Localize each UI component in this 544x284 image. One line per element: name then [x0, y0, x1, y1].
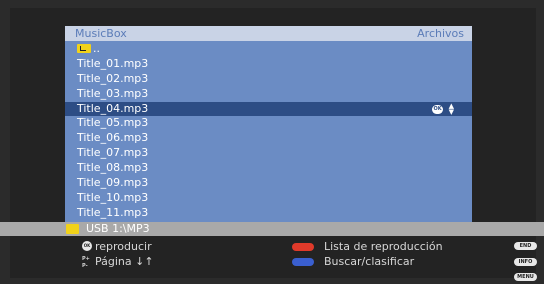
path-bar: USB 1:\MP3 [0, 222, 544, 236]
page-hint: Página ↓↑ [95, 255, 154, 268]
file-name: Title_05.mp3 [77, 116, 149, 130]
file-name: Title_02.mp3 [77, 71, 149, 85]
page-down-key-icon: P- [82, 263, 88, 269]
app-title: MusicBox [75, 27, 127, 40]
file-name: Title_08.mp3 [77, 161, 149, 175]
list-item[interactable]: Title_07.mp3 [65, 146, 472, 161]
play-hint: reproducir [95, 240, 152, 253]
playlist-hint: Lista de reproducción [324, 240, 443, 253]
page-up-key-icon: P+ [82, 256, 90, 262]
list-item[interactable]: Title_08.mp3 [65, 161, 472, 176]
list-item[interactable]: Title_02.mp3 [65, 72, 472, 87]
ok-icon: OK [432, 104, 443, 114]
help-bar: OK reproducir P+ P- Página ↓↑ Lista de r… [0, 238, 544, 284]
file-name: Title_09.mp3 [77, 176, 149, 190]
file-name: .. [93, 42, 100, 55]
list-item[interactable]: Title_09.mp3 [65, 176, 472, 191]
list-item[interactable]: Title_06.mp3 [65, 131, 472, 146]
file-name: Title_06.mp3 [77, 131, 149, 145]
list-item[interactable]: Title_03.mp3 [65, 87, 472, 102]
info-key-icon: INFO [514, 258, 537, 266]
menu-key-icon: MENU [514, 273, 537, 281]
file-browser-panel: MusicBox Archivos .. Title_01.mp3 Title_… [65, 26, 472, 222]
file-name: Title_04.mp3 [77, 101, 149, 115]
list-item[interactable]: Title_05.mp3 [65, 116, 472, 131]
red-key-icon [292, 243, 314, 251]
file-name: Title_07.mp3 [77, 146, 149, 160]
current-path: USB 1:\MP3 [86, 222, 150, 235]
list-item[interactable]: Title_10.mp3 [65, 191, 472, 206]
file-list: .. Title_01.mp3 Title_02.mp3 Title_03.mp… [65, 42, 472, 221]
list-item-parent-folder[interactable]: .. [65, 42, 472, 57]
ok-key-icon: OK [82, 241, 92, 251]
list-item-selected[interactable]: Title_04.mp3 OK ▲ ▼ [65, 101, 472, 117]
up-down-arrows-icon: ▲ ▼ [448, 101, 454, 116]
blue-key-icon [292, 258, 314, 266]
folder-up-icon [77, 44, 91, 53]
list-item[interactable]: Title_11.mp3 [65, 206, 472, 221]
file-name: Title_03.mp3 [77, 86, 149, 100]
search-sort-hint: Buscar/clasificar [324, 255, 415, 268]
section-title: Archivos [417, 27, 464, 40]
panel-header: MusicBox Archivos [65, 26, 472, 41]
list-item[interactable]: Title_01.mp3 [65, 57, 472, 72]
file-name: Title_11.mp3 [77, 205, 149, 219]
file-name: Title_10.mp3 [77, 190, 149, 204]
folder-icon [66, 224, 79, 234]
file-name: Title_01.mp3 [77, 56, 149, 70]
end-key-icon: END [514, 242, 537, 250]
